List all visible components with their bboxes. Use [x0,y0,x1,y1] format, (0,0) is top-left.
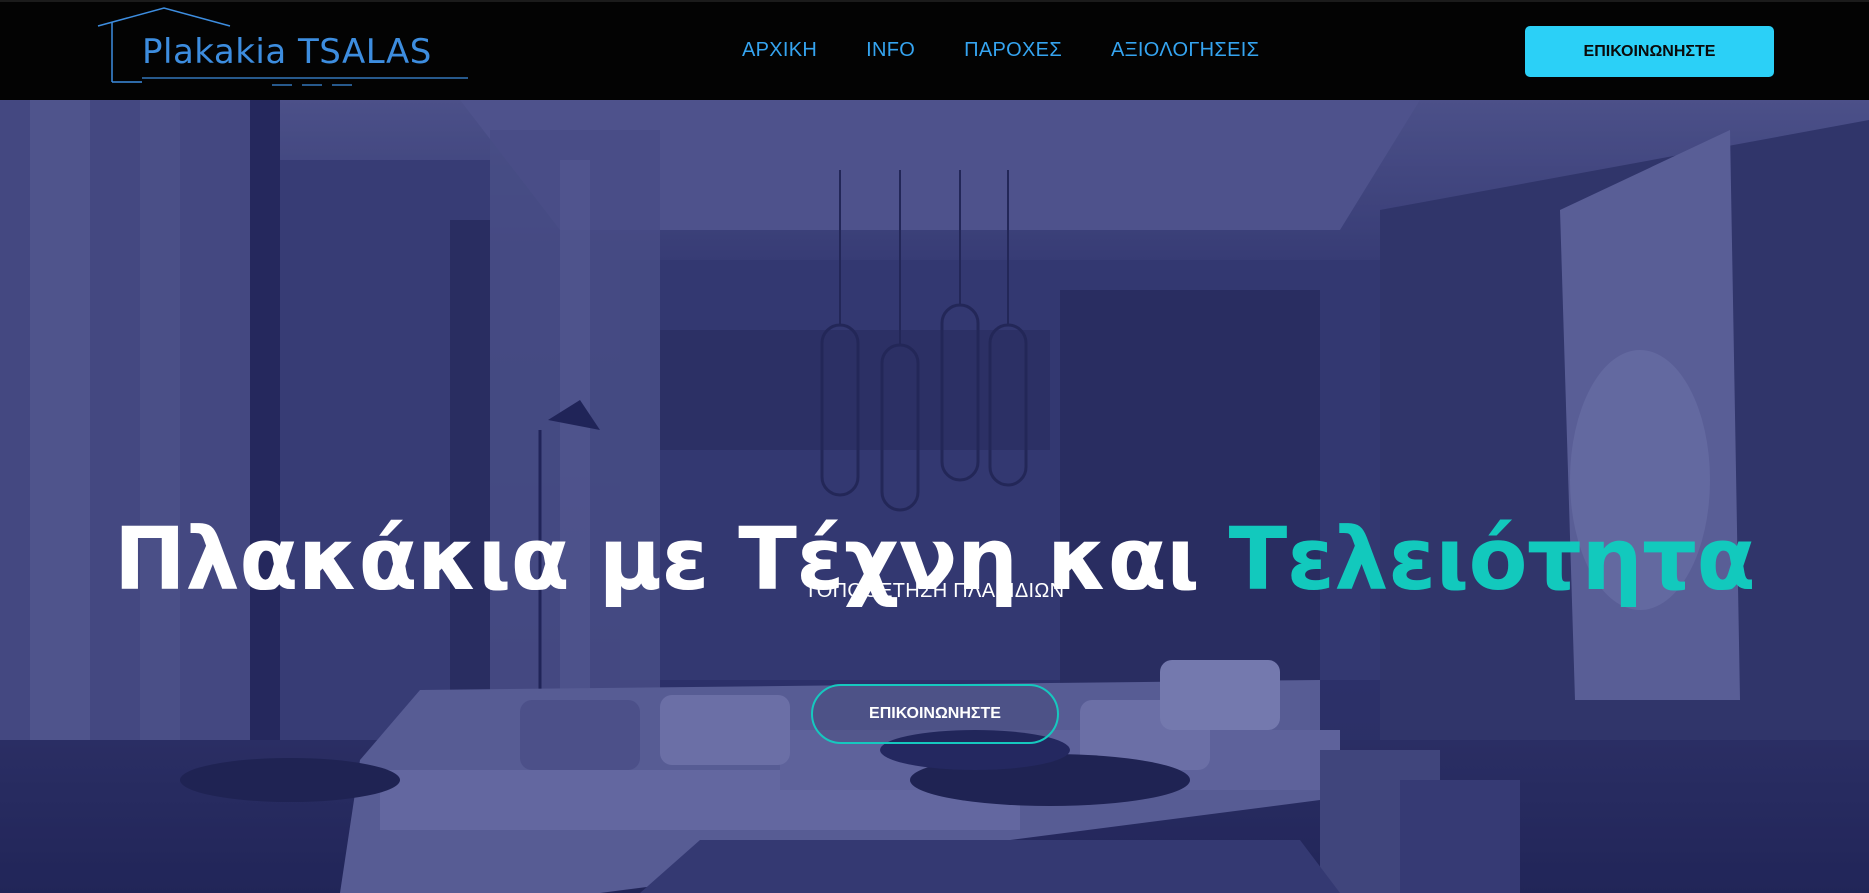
main-nav: ΑΡΧΙΚΗ INFO ΠΑΡΟΧΕΣ ΑΞΙΟΛΟΓΗΣΕΙΣ [742,39,1259,62]
hero-section: Πλακάκια με Τέχνη και Τελειότητα ΤΟΠΟΘΕΤ… [0,100,1869,893]
hero-overlay [0,100,1869,893]
nav-info[interactable]: INFO [866,39,915,62]
nav-services[interactable]: ΠΑΡΟΧΕΣ [964,39,1062,62]
hero-subtitle: ΤΟΠΟΘΕΤΗΣΗ ΠΛΑΚΙΔΙΩΝ [804,580,1065,602]
site-header: Plakakia TSALAS ΑΡΧΙΚΗ INFO ΠΑΡΟΧΕΣ ΑΞΙΟ… [0,0,1869,100]
logo[interactable]: Plakakia TSALAS [96,6,476,86]
logo-text: Plakakia TSALAS [142,32,432,72]
header-contact-button[interactable]: ΕΠΙΚΟΙΝΩΝΗΣΤΕ [1525,26,1774,77]
nav-home[interactable]: ΑΡΧΙΚΗ [742,39,817,62]
hero-contact-button[interactable]: ΕΠΙΚΟΙΝΩΝΗΣΤΕ [811,684,1059,744]
nav-reviews[interactable]: ΑΞΙΟΛΟΓΗΣΕΙΣ [1111,39,1259,62]
